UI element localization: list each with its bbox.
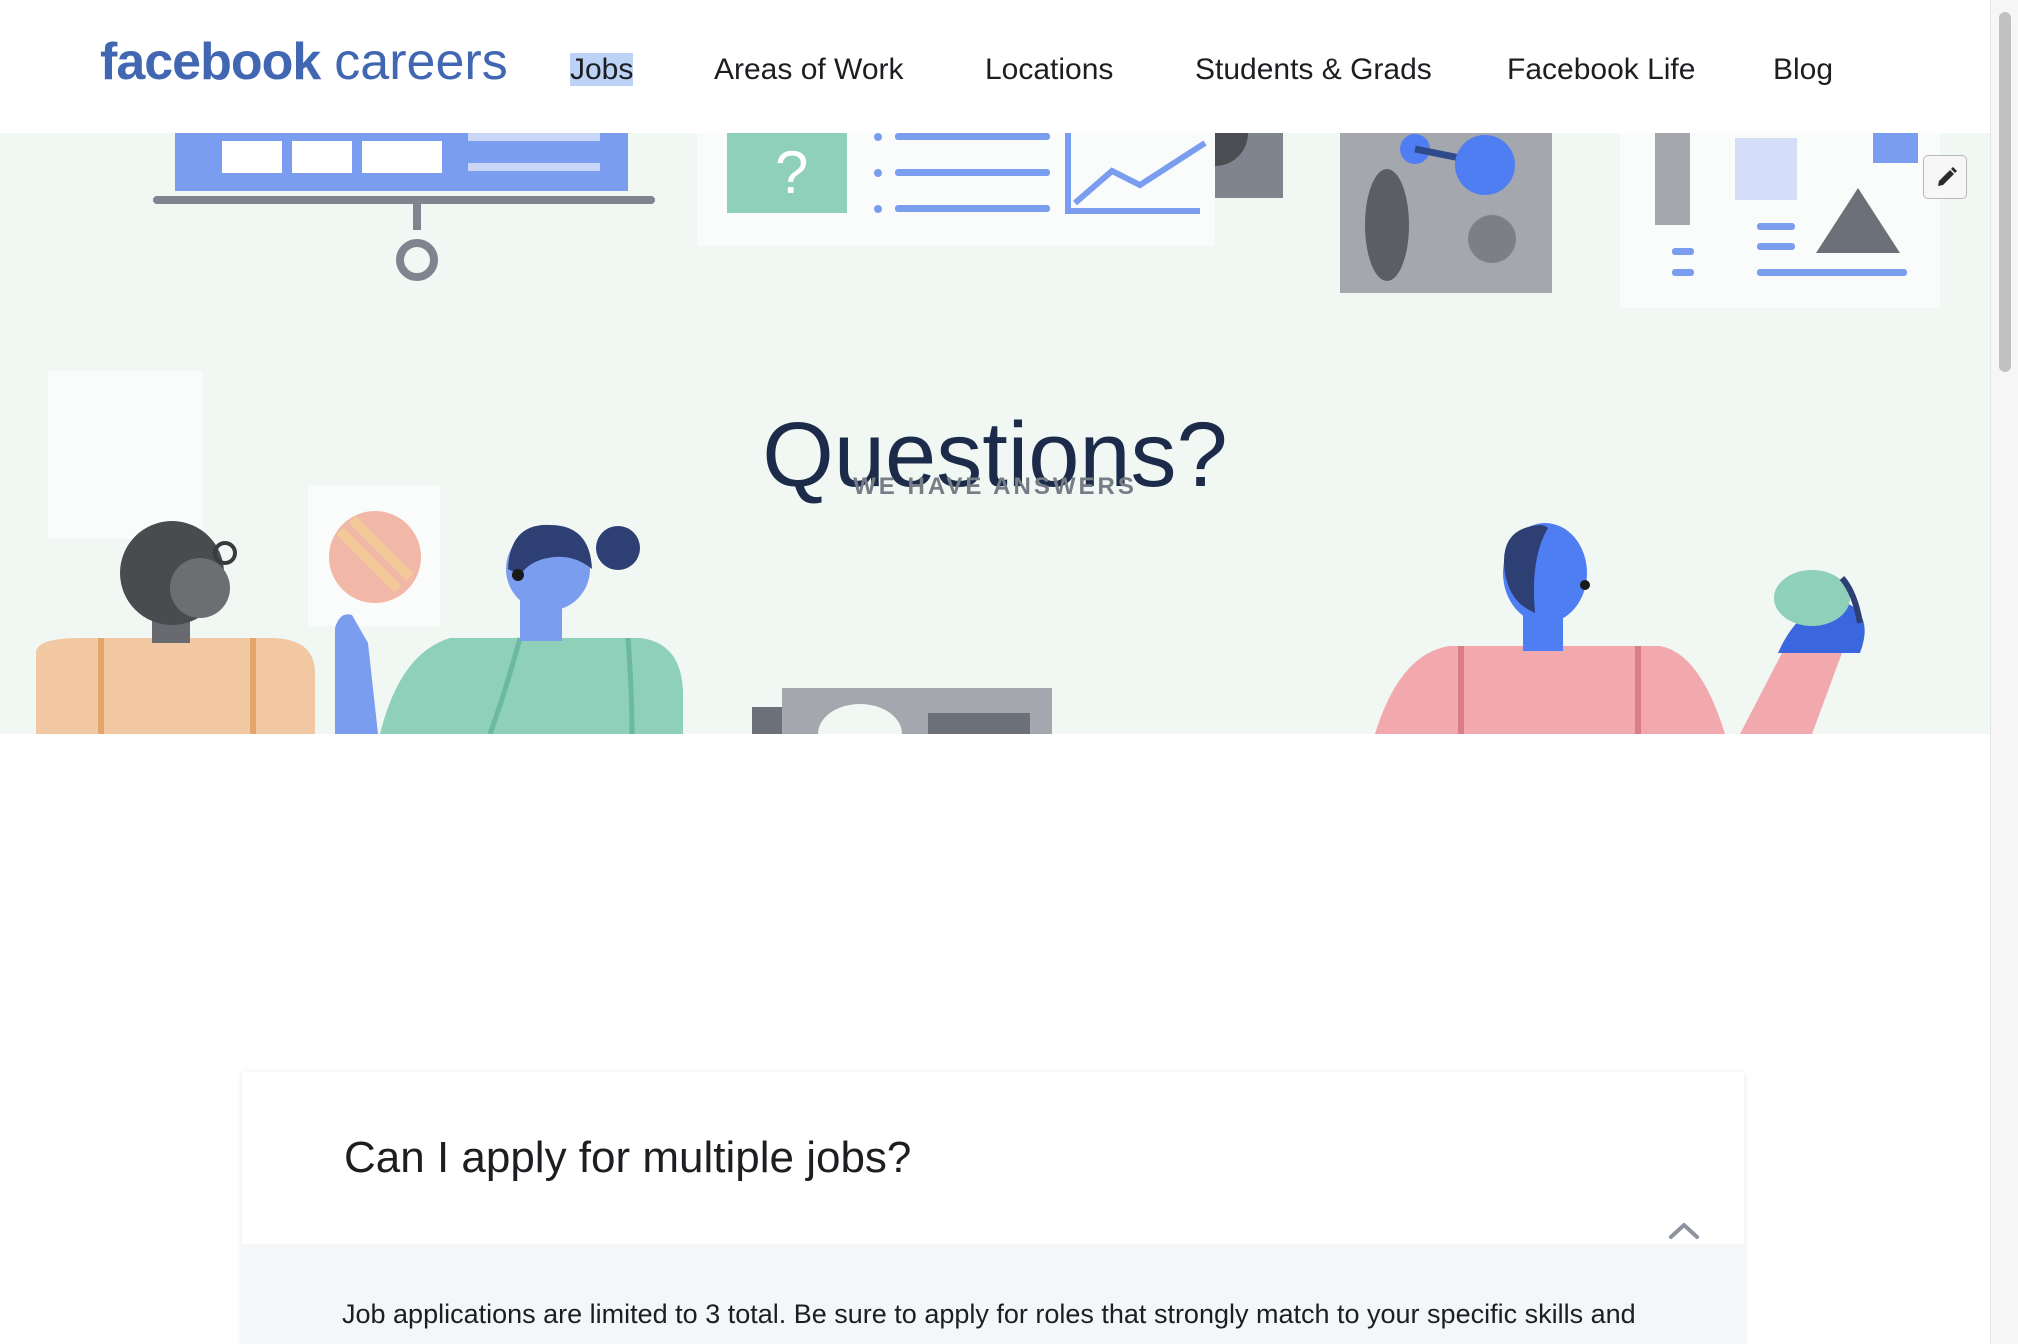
svg-text:?: ? — [775, 139, 808, 206]
chevron-up-icon[interactable] — [1668, 1220, 1700, 1240]
faq-answer-panel: Job applications are limited to 3 total.… — [242, 1244, 1744, 1344]
scrollbar-thumb[interactable] — [1999, 12, 2011, 372]
nav-blog[interactable]: Blog — [1773, 50, 1833, 90]
nav-facebook-life[interactable]: Facebook Life — [1507, 50, 1695, 90]
nav-students-grads-label: Students & Grads — [1195, 53, 1432, 86]
shapes-panel-illustration — [1620, 133, 1940, 308]
nav-locations[interactable]: Locations — [985, 50, 1113, 90]
person-illustration-right — [1375, 523, 1865, 734]
nav-blog-label: Blog — [1773, 53, 1834, 86]
edit-button[interactable] — [1923, 155, 1967, 199]
nav-facebook-life-label: Facebook Life — [1507, 53, 1696, 86]
nav-students-grads[interactable]: Students & Grads — [1195, 50, 1432, 90]
hero-banner: ? Questions? WE HAVE ANSWERS — [0, 133, 1990, 734]
nav-jobs-label: Jobs — [570, 53, 634, 86]
logo[interactable]: facebook careers — [100, 32, 508, 92]
page: facebook careers Jobs Areas of Work Locat… — [0, 0, 1990, 1344]
person-illustration-left — [36, 521, 315, 734]
nav-areas-of-work[interactable]: Areas of Work — [714, 50, 904, 90]
faq-question-toggle[interactable]: Can I apply for multiple jobs? — [242, 1072, 1744, 1244]
striped-ball-illustration — [329, 511, 421, 603]
faq-item: Can I apply for multiple jobs? Job appli… — [242, 1072, 1744, 1344]
molecule-panel-illustration — [1340, 133, 1552, 293]
faq-question: Can I apply for multiple jobs? — [344, 1133, 912, 1182]
site-header: facebook careers Jobs Areas of Work Locat… — [0, 0, 1990, 133]
whiteboard-illustration — [153, 133, 655, 281]
nav-jobs[interactable]: Jobs — [570, 50, 634, 90]
nav-areas-of-work-label: Areas of Work — [714, 53, 904, 86]
logo-brand: facebook — [100, 33, 321, 91]
page-subtitle: WE HAVE ANSWERS — [853, 473, 1137, 500]
faq-answer: Job applications are limited to 3 total.… — [342, 1299, 1636, 1329]
projector-illustration — [752, 688, 1052, 734]
logo-careers: careers — [334, 33, 508, 91]
nav-locations-label: Locations — [985, 53, 1114, 86]
pencil-icon — [1938, 167, 1957, 186]
chart-panel-illustration: ? — [697, 133, 1283, 246]
vertical-scrollbar[interactable] — [1990, 0, 2018, 1344]
